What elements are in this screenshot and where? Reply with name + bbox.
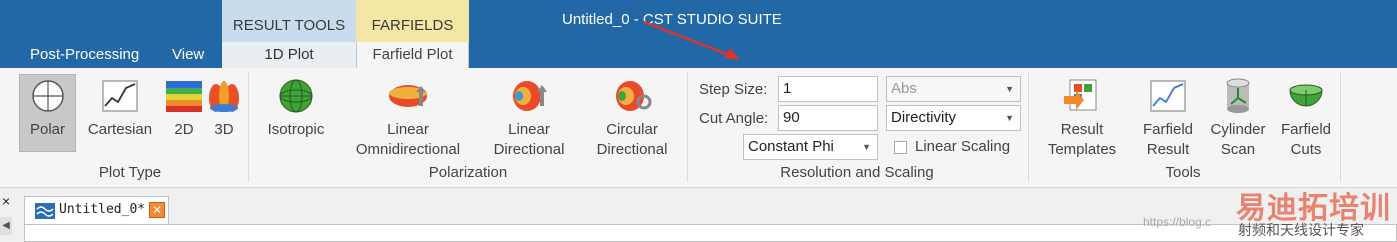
cylinder-scan-icon: [1226, 78, 1250, 113]
tab-farfield-plot[interactable]: Farfield Plot: [356, 42, 469, 68]
chevron-down-icon: ▼: [862, 142, 871, 152]
polar-plot-icon: [31, 80, 64, 112]
result-templates-label-2: Templates: [1047, 141, 1117, 158]
linear-omni-label-1: Linear: [387, 121, 429, 138]
circular-dir-label-2: Directional: [596, 141, 668, 158]
group-divider: [1028, 72, 1029, 182]
group-divider: [1340, 72, 1341, 182]
farfield-cuts-label-1: Farfield: [1280, 121, 1332, 138]
tab-1d-plot[interactable]: 1D Plot: [222, 42, 356, 68]
chevron-down-icon: ▼: [1005, 84, 1014, 94]
linear-directional-icon: [513, 81, 547, 111]
group-divider: [248, 72, 249, 182]
2d-plot-icon: [166, 81, 202, 112]
farfield-result-label-1: Farfield: [1142, 121, 1194, 138]
linear-omnidirectional-icon: [389, 85, 427, 107]
linear-dir-label-1: Linear: [508, 121, 550, 138]
title-bar: RESULT TOOLS 1D Plot FARFIELDS Farfield …: [0, 0, 1397, 68]
circular-directional-icon: [616, 81, 652, 111]
cut-angle-input[interactable]: 90: [778, 105, 878, 131]
plot-type-group-label: Plot Type: [98, 164, 162, 181]
cartesian-button[interactable]: Cartesian: [84, 78, 156, 140]
cst-project-icon: [35, 203, 55, 219]
farfield-result-button[interactable]: Farfield Result: [1137, 78, 1199, 160]
linear-dir-label-2: Directional: [493, 141, 565, 158]
farfield-cuts-label-2: Cuts: [1290, 141, 1322, 158]
result-templates-button[interactable]: Result Templates: [1040, 78, 1124, 160]
chevron-down-icon: ▼: [1005, 113, 1014, 123]
cylinder-scan-label-1: Cylinder: [1210, 121, 1266, 138]
farfield-cuts-icon: [1289, 84, 1323, 107]
cylinder-scan-button[interactable]: Cylinder Scan: [1206, 78, 1270, 160]
context-group-farfields: FARFIELDS Farfield Plot: [356, 0, 469, 68]
watermark-subtitle: 射频和天线设计专家: [1238, 222, 1364, 238]
annotation-arrow-icon: [643, 20, 740, 60]
tools-group-label: Tools: [1165, 164, 1201, 181]
linear-scaling-label: Linear Scaling: [915, 138, 1011, 155]
result-templates-label-1: Result: [1060, 121, 1104, 138]
polar-label: Polar: [29, 121, 66, 138]
linear-directional-button[interactable]: Linear Directional: [487, 78, 571, 160]
2d-button[interactable]: 2D: [164, 78, 204, 140]
quantity-dropdown[interactable]: Directivity ▼: [886, 105, 1021, 131]
linear-omni-label-2: Omnidirectional: [355, 141, 461, 158]
document-tab-label: Untitled_0*: [59, 202, 146, 217]
tab-post-processing[interactable]: Post-Processing: [30, 46, 139, 63]
abs-value: Abs: [891, 80, 917, 97]
2d-label: 2D: [174, 121, 194, 138]
linear-scaling-checkbox[interactable]: [894, 141, 907, 154]
linear-omnidirectional-button[interactable]: Linear Omnidirectional: [348, 78, 468, 160]
constant-phi-dropdown[interactable]: Constant Phi ▼: [743, 134, 878, 160]
constant-phi-value: Constant Phi: [748, 138, 834, 155]
polarization-group-label: Polarization: [428, 164, 508, 181]
scroll-left-arrow-icon[interactable]: ◀: [0, 217, 12, 235]
document-tab[interactable]: Untitled_0* ✕: [24, 196, 169, 224]
3d-label: 3D: [214, 121, 234, 138]
3d-button[interactable]: 3D: [205, 78, 243, 140]
3d-plot-icon: [209, 81, 239, 112]
step-size-input[interactable]: 1: [778, 76, 878, 102]
step-size-label: Step Size:: [699, 81, 768, 98]
cylinder-scan-label-2: Scan: [1220, 141, 1256, 158]
resolution-group-label: Resolution and Scaling: [780, 164, 934, 181]
farfield-cuts-button[interactable]: Farfield Cuts: [1275, 78, 1337, 160]
context-title-result-tools: RESULT TOOLS: [232, 17, 346, 34]
isotropic-sphere-icon: [279, 79, 313, 113]
cut-angle-label: Cut Angle:: [699, 110, 769, 127]
abs-dropdown[interactable]: Abs ▼: [886, 76, 1021, 102]
result-templates-icon: [1064, 79, 1097, 111]
ribbon: Polar Cartesian 2D 3D Plot Type Isotropi…: [0, 68, 1397, 188]
context-group-result-tools: RESULT TOOLS 1D Plot: [222, 0, 356, 68]
farfield-result-icon: [1150, 80, 1186, 112]
farfield-result-label-2: Result: [1146, 141, 1190, 158]
circular-dir-label-1: Circular: [606, 121, 658, 138]
context-title-farfields: FARFIELDS: [371, 17, 454, 34]
tab-view[interactable]: View: [172, 46, 204, 63]
cartesian-label: Cartesian: [87, 121, 153, 138]
cartesian-plot-icon: [102, 80, 138, 112]
isotropic-label: Isotropic: [267, 121, 325, 138]
isotropic-button[interactable]: Isotropic: [262, 78, 330, 140]
close-icon[interactable]: ✕: [149, 202, 165, 218]
circular-directional-button[interactable]: Circular Directional: [590, 78, 674, 160]
group-divider: [687, 72, 688, 182]
close-icon[interactable]: ×: [2, 193, 10, 209]
polar-button[interactable]: Polar: [19, 78, 76, 140]
watermark-url: https://blog.c: [1143, 215, 1212, 229]
quantity-value: Directivity: [891, 109, 957, 126]
